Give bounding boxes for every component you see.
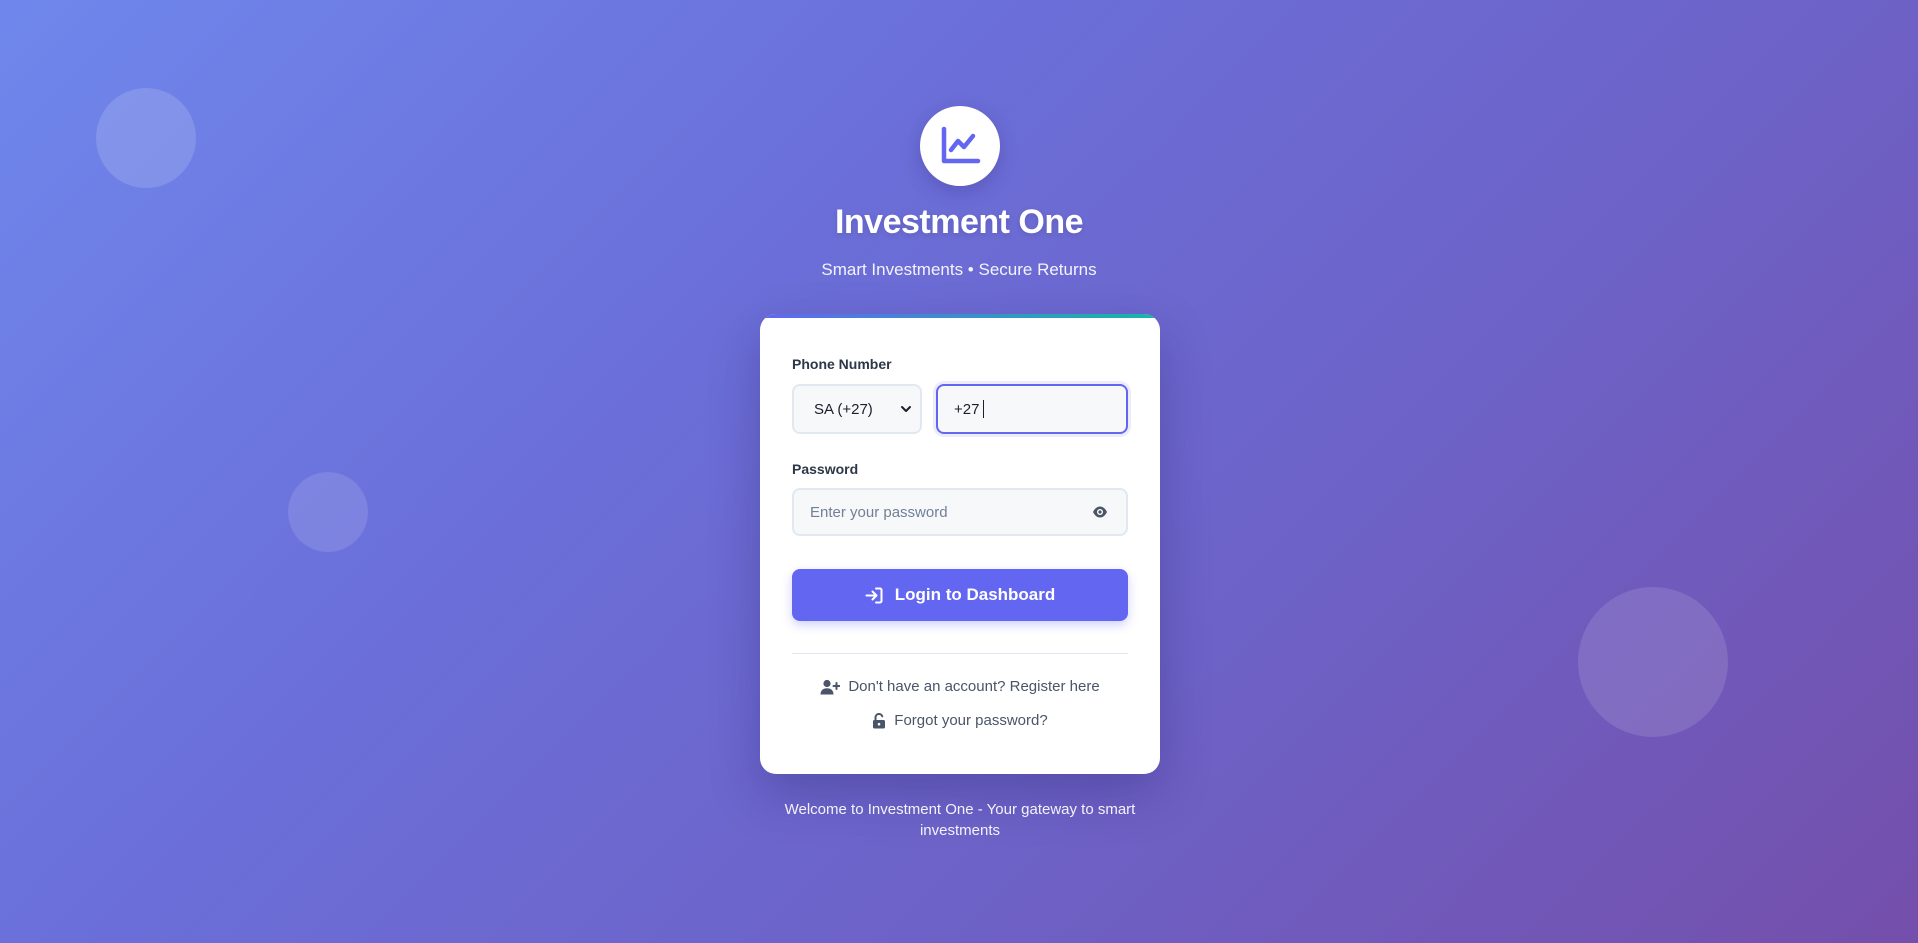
text-caret: [983, 400, 985, 418]
chart-line-icon: [941, 126, 981, 164]
password-label: Password: [792, 461, 859, 477]
phone-number-label: Phone Number: [792, 356, 892, 372]
login-button-label: Login to Dashboard: [894, 585, 1056, 604]
phone-number-value: +27: [954, 400, 980, 418]
decorative-bubble: [288, 472, 368, 552]
country-code-select[interactable]: SA (+27): [792, 384, 922, 434]
logo: [920, 106, 1000, 186]
footer-welcome-text: Welcome to Investment One - Your gateway…: [784, 801, 1136, 839]
decorative-bubble: [1578, 587, 1728, 737]
password-placeholder: Enter your password: [810, 503, 948, 521]
app-title: Investment One: [834, 203, 1084, 241]
divider: [792, 653, 1128, 654]
register-link-label: Don't have an account? Register here: [848, 678, 1100, 695]
forgot-password-link[interactable]: Forgot your password?: [760, 712, 1160, 729]
sign-in-icon: [865, 587, 883, 603]
login-card: Phone Number SA (+27) +27 Password Enter…: [760, 314, 1160, 774]
phone-number-input[interactable]: +27: [936, 384, 1128, 434]
eye-icon[interactable]: [1092, 505, 1108, 519]
register-link[interactable]: Don't have an account? Register here: [760, 678, 1160, 695]
user-plus-icon: [820, 679, 841, 694]
forgot-password-label: Forgot your password?: [894, 712, 1048, 729]
decorative-bubble: [96, 88, 196, 188]
chevron-down-icon: [901, 406, 911, 412]
app-subtitle: Smart Investments • Secure Returns: [821, 260, 1097, 279]
unlock-icon: [873, 712, 886, 728]
login-button[interactable]: Login to Dashboard: [792, 569, 1128, 621]
country-code-value: SA (+27): [814, 400, 873, 418]
password-input[interactable]: Enter your password: [792, 488, 1128, 536]
card-accent-bar: [760, 314, 1160, 318]
